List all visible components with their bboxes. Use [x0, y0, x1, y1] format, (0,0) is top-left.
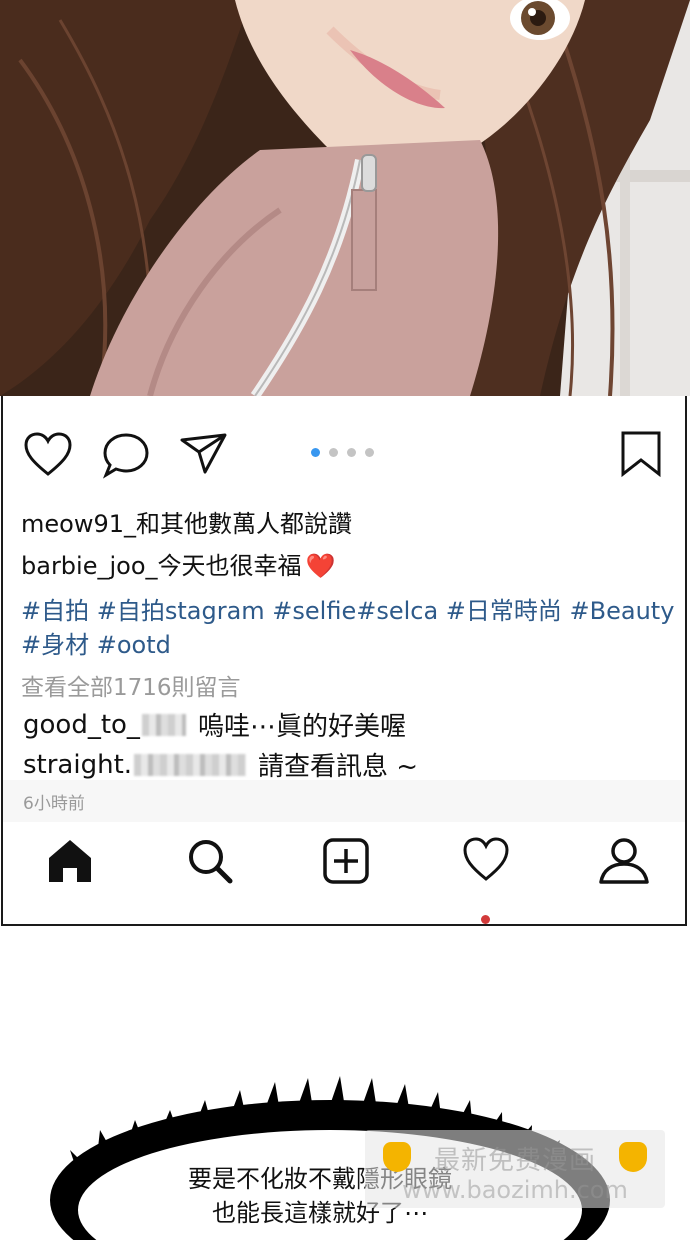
- comment-item: straight. 請查看訊息 ~: [23, 746, 418, 783]
- comment-username[interactable]: good_to_: [23, 710, 140, 740]
- watermark-url: www.baozimh.com: [402, 1176, 628, 1204]
- activity-heart-icon: [463, 837, 509, 881]
- comment-icon: [102, 433, 149, 479]
- bottom-navigation: [3, 822, 685, 922]
- save-button[interactable]: [619, 430, 663, 478]
- nav-activity-button[interactable]: [461, 836, 511, 884]
- carousel-dot: [347, 448, 356, 457]
- site-watermark: 最新免费漫画 www.baozimh.com: [365, 1130, 665, 1208]
- share-icon: [180, 433, 227, 474]
- post-action-bar: [3, 396, 685, 516]
- post-timestamp: 6小時前: [3, 780, 685, 822]
- likes-summary[interactable]: meow91_和其他數萬人都說讚: [21, 504, 352, 539]
- carousel-dot: [311, 448, 320, 457]
- heart-icon: [24, 432, 72, 476]
- instagram-post-card: meow91_和其他數萬人都說讚 barbie_joo_今天也很幸福 ❤️ #自拍…: [1, 396, 687, 926]
- share-button[interactable]: [179, 432, 229, 476]
- like-button[interactable]: [23, 432, 73, 478]
- comment-text: 嗚哇⋯眞的好美喔: [197, 712, 406, 742]
- carousel-dot: [365, 448, 374, 457]
- heart-emoji-icon: ❤️: [305, 552, 336, 580]
- nav-home-button[interactable]: [45, 836, 95, 886]
- caption-text: barbie_joo_今天也很幸福: [21, 552, 302, 580]
- home-icon: [49, 840, 91, 882]
- notification-dot: [481, 915, 490, 924]
- hashtag-list[interactable]: #自拍 #自拍stagram #selfie#selca #日常時尚 #Beau…: [21, 594, 681, 662]
- comment-username[interactable]: straight.: [23, 750, 132, 780]
- bookmark-icon: [621, 431, 661, 478]
- blurred-username: [134, 753, 247, 776]
- search-icon: [189, 840, 233, 884]
- nav-search-button[interactable]: [185, 836, 235, 886]
- comment-item: good_to_ 嗚哇⋯眞的好美喔: [23, 706, 406, 743]
- post-caption: barbie_joo_今天也很幸福 ❤️: [21, 546, 335, 581]
- watermark-title: 最新免费漫画: [433, 1146, 596, 1176]
- profile-icon: [599, 838, 649, 884]
- nav-profile-button[interactable]: [597, 836, 651, 886]
- add-post-icon: [323, 838, 369, 884]
- view-all-comments-link[interactable]: 查看全部1716則留言: [21, 668, 241, 702]
- comment-button[interactable]: [101, 432, 151, 480]
- carousel-indicator: [311, 448, 374, 457]
- nav-add-post-button[interactable]: [321, 836, 371, 886]
- comic-illustration: [0, 0, 690, 396]
- carousel-dot: [329, 448, 338, 457]
- blurred-username: [141, 713, 186, 736]
- comment-text: 請查看訊息 ~: [258, 752, 419, 782]
